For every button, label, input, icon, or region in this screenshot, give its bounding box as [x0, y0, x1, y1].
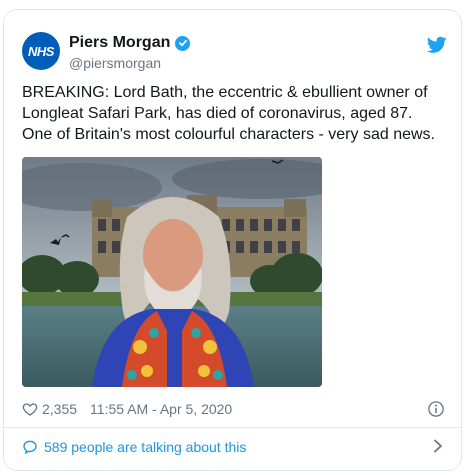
twitter-bird-icon[interactable]	[427, 36, 447, 54]
info-icon[interactable]	[427, 400, 445, 418]
author-names: Piers Morgan @piersmorgan	[69, 33, 191, 71]
divider	[4, 427, 461, 428]
like-count[interactable]: 2,355	[42, 401, 77, 417]
tweet-header: NHS Piers Morgan @piersmorgan	[22, 32, 447, 72]
avatar-logo-text: NHS	[28, 43, 54, 59]
tweet-photo[interactable]	[22, 157, 322, 387]
chevron-right-icon[interactable]	[433, 439, 443, 453]
tweet-text: BREAKING: Lord Bath, the eccentric & ebu…	[22, 84, 435, 143]
verified-badge-icon	[175, 35, 191, 51]
name-row: Piers Morgan	[69, 33, 191, 53]
tweet-card[interactable]: NHS Piers Morgan @piersmorgan BREAKING: …	[3, 9, 462, 471]
photo-illustration	[22, 157, 322, 387]
comment-bubble-icon	[23, 440, 37, 455]
tweet-meta: 2,355 11:55 AM - Apr 5, 2020	[22, 399, 447, 419]
tweet-timestamp[interactable]: 11:55 AM - Apr 5, 2020	[90, 401, 232, 417]
heart-icon[interactable]	[22, 401, 38, 417]
conversation-text[interactable]: 589 people are talking about this	[44, 439, 246, 455]
user-handle[interactable]: @piersmorgan	[69, 55, 190, 71]
conversation-link[interactable]: 589 people are talking about this	[22, 436, 447, 458]
avatar[interactable]: NHS	[22, 32, 60, 70]
display-name[interactable]: Piers Morgan	[69, 34, 170, 52]
